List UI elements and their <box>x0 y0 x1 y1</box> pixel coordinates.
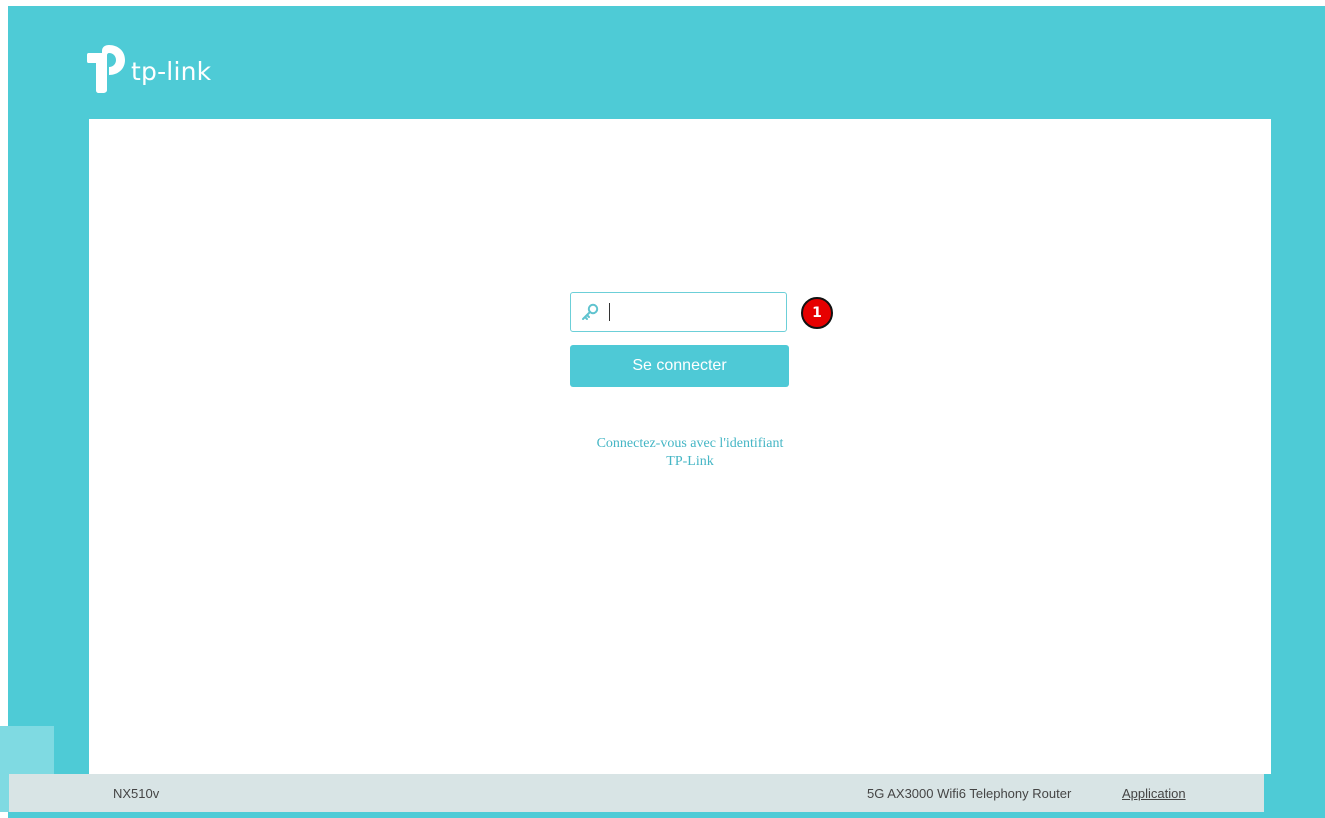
tp-link-logo-icon <box>87 45 125 93</box>
tplink-id-link-line1: Connectez-vous avec l'identifiant <box>596 436 784 451</box>
key-icon <box>581 303 599 321</box>
footer-product-name: 5G AX3000 Wifi6 Telephony Router <box>867 786 1072 801</box>
footer-right-decoration <box>1264 774 1317 812</box>
password-input[interactable] <box>610 297 780 327</box>
password-field[interactable] <box>570 292 787 332</box>
step-badge: 1 <box>801 297 833 329</box>
brand-logo: tp-link <box>87 33 211 103</box>
footer-bar: NX510v 5G AX3000 Wifi6 Telephony Router … <box>9 774 1317 812</box>
tplink-id-login-link[interactable]: Connectez-vous avec l'identifiant TP-Lin… <box>565 435 815 471</box>
login-button[interactable]: Se connecter <box>570 345 789 387</box>
footer-application-link[interactable]: Application <box>1122 786 1186 801</box>
brand-name: tp-link <box>131 56 212 86</box>
footer-model: NX510v <box>113 786 160 801</box>
tplink-id-link-line2: TP-Link <box>666 454 714 469</box>
